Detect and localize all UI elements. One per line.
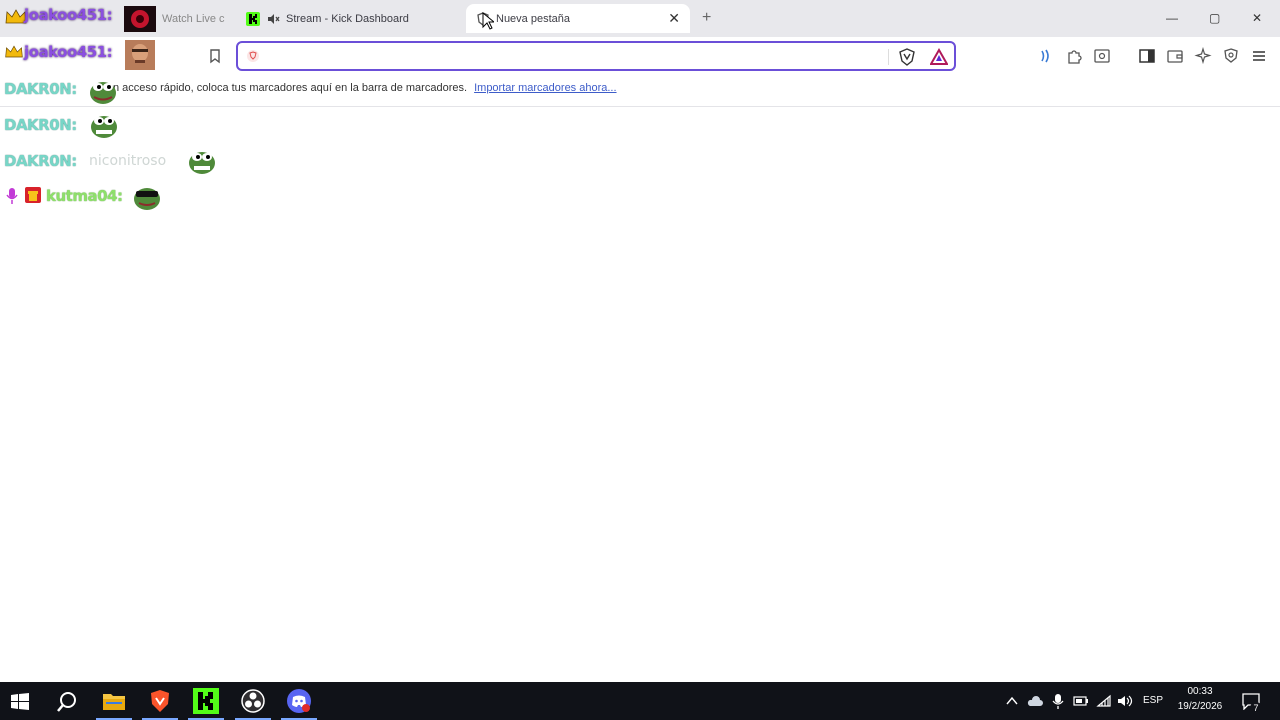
bookmarks-bar: n acceso rápido, coloca tus marcadores a… bbox=[0, 75, 1280, 107]
clock-date: 19/2/2026 bbox=[1177, 701, 1223, 712]
pepe-sunglasses-emote-icon bbox=[134, 188, 160, 210]
muted-audio-icon[interactable] bbox=[266, 12, 280, 26]
chat-username: DAKR0N: bbox=[4, 152, 77, 170]
kick-icon bbox=[246, 11, 260, 26]
restore-button[interactable]: ▢ bbox=[1209, 11, 1220, 25]
minimize-button[interactable]: — bbox=[1166, 11, 1178, 25]
chevron-up-icon[interactable] bbox=[1006, 696, 1018, 706]
onedrive-icon[interactable] bbox=[1027, 694, 1043, 708]
discord-icon[interactable] bbox=[286, 688, 312, 714]
chat-username: DAKR0N: bbox=[4, 80, 77, 98]
stream-thumbnail-icon bbox=[124, 5, 156, 32]
import-bookmarks-link[interactable]: Importar marcadores ahora... bbox=[474, 82, 616, 94]
chat-username: joakoo451: bbox=[24, 43, 113, 61]
bookmarks-bar-message: n acceso rápido, coloca tus marcadores a… bbox=[113, 82, 617, 94]
volume-icon[interactable] bbox=[1117, 694, 1133, 708]
input-language-indicator[interactable]: ESP bbox=[1140, 695, 1166, 706]
leo-ai-icon[interactable] bbox=[1194, 47, 1212, 65]
omnibox-divider bbox=[888, 49, 889, 65]
mouse-cursor-icon bbox=[482, 12, 494, 30]
pepe-emote-icon bbox=[90, 82, 116, 104]
obs-studio-icon[interactable] bbox=[240, 688, 266, 714]
crown-badge-icon bbox=[5, 45, 23, 58]
tab-label: Watch Live c bbox=[162, 12, 225, 25]
tab-search-icon[interactable] bbox=[1093, 47, 1111, 65]
sidebar-icon[interactable] bbox=[1138, 47, 1156, 65]
wifi-icon[interactable] bbox=[1096, 694, 1112, 708]
chat-message: niconitroso bbox=[89, 153, 167, 169]
brave-browser-icon[interactable] bbox=[147, 688, 173, 714]
face-photo-emote-icon bbox=[125, 40, 155, 70]
clock[interactable]: 00:33 19/2/2026 bbox=[1170, 686, 1230, 712]
kick-app-icon[interactable] bbox=[193, 688, 219, 714]
new-tab-button[interactable]: + bbox=[702, 10, 711, 26]
brave-rewards-icon[interactable] bbox=[930, 48, 948, 66]
windows-start-icon[interactable] bbox=[10, 692, 30, 712]
close-window-button[interactable]: ✕ bbox=[1252, 11, 1262, 25]
clock-time: 00:33 bbox=[1187, 686, 1213, 697]
wallet-icon[interactable] bbox=[1166, 47, 1184, 65]
menu-icon[interactable] bbox=[1250, 47, 1268, 65]
chat-username: kutma04: bbox=[46, 187, 123, 205]
notification-count-badge: 7 bbox=[1250, 702, 1262, 714]
address-input[interactable] bbox=[268, 47, 872, 67]
chat-username: DAKR0N: bbox=[4, 116, 77, 134]
search-icon[interactable] bbox=[56, 691, 78, 713]
vpn-icon[interactable] bbox=[1222, 47, 1240, 65]
microphone-badge-icon bbox=[6, 188, 18, 204]
bookmarks-message-text: n acceso rápido, coloca tus marcadores a… bbox=[113, 82, 468, 94]
site-info-icon[interactable] bbox=[246, 49, 260, 63]
gift-badge-icon bbox=[25, 187, 41, 203]
windows-taskbar: ESP 00:33 19/2/2026 7 bbox=[0, 682, 1280, 720]
pepe-emote-icon bbox=[189, 152, 215, 174]
file-explorer-icon[interactable] bbox=[101, 688, 127, 714]
bookmark-icon[interactable] bbox=[206, 47, 224, 65]
close-tab-icon[interactable]: ✕ bbox=[668, 11, 680, 25]
tab-strip: Watch Live c Stream - Kick Dashboard Nue… bbox=[0, 0, 1280, 37]
address-bar[interactable] bbox=[236, 41, 956, 71]
extensions-icon[interactable] bbox=[1065, 47, 1083, 65]
microphone-icon[interactable] bbox=[1052, 693, 1064, 709]
tab-label: Nueva pestaña bbox=[496, 12, 570, 25]
battery-icon[interactable] bbox=[1073, 695, 1089, 707]
brave-shields-icon[interactable] bbox=[898, 48, 916, 66]
pepe-emote-icon bbox=[91, 116, 117, 138]
toolbar bbox=[0, 37, 1280, 75]
tab-new-tab[interactable]: Nueva pestaña ✕ bbox=[466, 4, 690, 33]
tab-watch-live[interactable]: Watch Live c bbox=[120, 4, 236, 33]
tab-kick-dashboard[interactable]: Stream - Kick Dashboard bbox=[236, 4, 464, 33]
chat-username: joakoo451: bbox=[24, 6, 113, 24]
tab-label: Stream - Kick Dashboard bbox=[286, 12, 409, 25]
speedreader-icon[interactable] bbox=[1036, 47, 1054, 65]
